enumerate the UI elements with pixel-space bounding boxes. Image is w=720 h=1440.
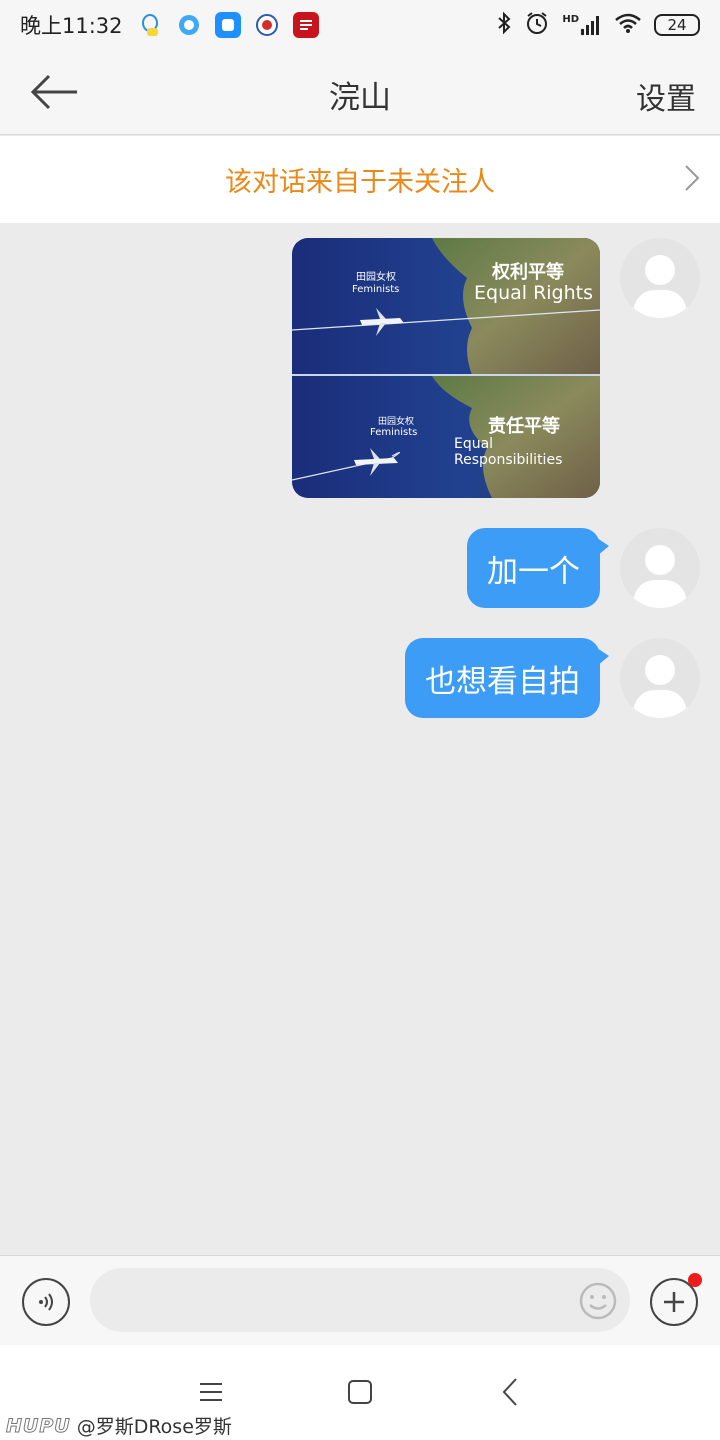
plane-label-cn-bottom: 田园女权 <box>378 417 415 427</box>
message-input-bar <box>0 1255 720 1345</box>
watermark: HUPU @罗斯DRose罗斯 <box>6 1412 232 1439</box>
image-caption-en-top: Equal Rights <box>474 282 594 304</box>
chevron-right-icon <box>685 165 700 191</box>
message-bubble[interactable]: 加一个 <box>467 528 609 608</box>
avatar[interactable] <box>620 238 700 318</box>
hupu-logo: HUPU <box>6 1414 71 1437</box>
qq-notification-icon <box>137 12 163 38</box>
default-avatar-icon <box>632 655 688 718</box>
notification-icons <box>137 12 319 38</box>
message-row: 也想看自拍 <box>405 638 700 718</box>
home-icon[interactable] <box>348 1380 372 1404</box>
alarm-icon <box>524 10 550 40</box>
notification-dot <box>688 1273 702 1287</box>
system-nav-bar: HUPU @罗斯DRose罗斯 <box>0 1345 720 1440</box>
hd-label: HD <box>562 14 579 25</box>
nba-notification-icon <box>254 12 280 38</box>
plane-label-cn-top: 田园女权 <box>356 272 396 283</box>
message-row: 权利平等 Equal Rights 责任平等 Equal Responsibil… <box>292 238 700 498</box>
browser-notification-icon <box>176 12 202 38</box>
status-time: 晚上11:32 <box>20 14 123 38</box>
battery-indicator: 24 <box>654 14 700 36</box>
bluetooth-icon <box>496 11 512 39</box>
emoji-button[interactable] <box>578 1281 618 1321</box>
avatar[interactable] <box>620 638 700 718</box>
wifi-icon <box>614 12 642 38</box>
news-notification-icon <box>292 12 319 38</box>
status-bar: 晚上11:32 HD 24 <box>0 0 720 50</box>
default-avatar-icon <box>632 255 688 318</box>
system-status: HD 24 <box>496 10 700 40</box>
plane-label-en-bottom: Feminists <box>370 427 418 438</box>
app-notification-icon <box>214 12 241 38</box>
avatar[interactable] <box>620 528 700 608</box>
signal-icon: HD <box>562 14 602 36</box>
image-caption-cn-bottom: 责任平等 <box>488 416 560 437</box>
image-caption-cn-top: 权利平等 <box>492 262 564 283</box>
chat-title: 浣山 <box>329 80 391 116</box>
chat-header: 浣山 设置 <box>0 50 720 135</box>
message-row: 加一个 <box>467 528 700 608</box>
plane-label-en-top: Feminists <box>352 284 400 295</box>
message-input[interactable] <box>90 1268 630 1332</box>
image-caption-en-bottom: Equal Responsibilities <box>454 436 563 468</box>
nav-back-icon[interactable] <box>498 1377 522 1407</box>
stranger-banner[interactable]: 该对话来自于未关注人 <box>0 136 720 223</box>
message-bubble[interactable]: 也想看自拍 <box>405 638 609 718</box>
plus-icon <box>664 1292 684 1312</box>
settings-button[interactable]: 设置 <box>636 74 696 118</box>
voice-icon <box>39 1293 53 1311</box>
voice-button[interactable] <box>22 1278 70 1326</box>
banner-text: 该对话来自于未关注人 <box>225 167 495 198</box>
menu-icon[interactable] <box>198 1381 224 1403</box>
image-message[interactable]: 权利平等 Equal Rights 责任平等 Equal Responsibil… <box>292 238 600 498</box>
watermark-user: @罗斯DRose罗斯 <box>76 1416 232 1438</box>
default-avatar-icon <box>632 545 688 608</box>
emoji-icon <box>579 1282 617 1320</box>
